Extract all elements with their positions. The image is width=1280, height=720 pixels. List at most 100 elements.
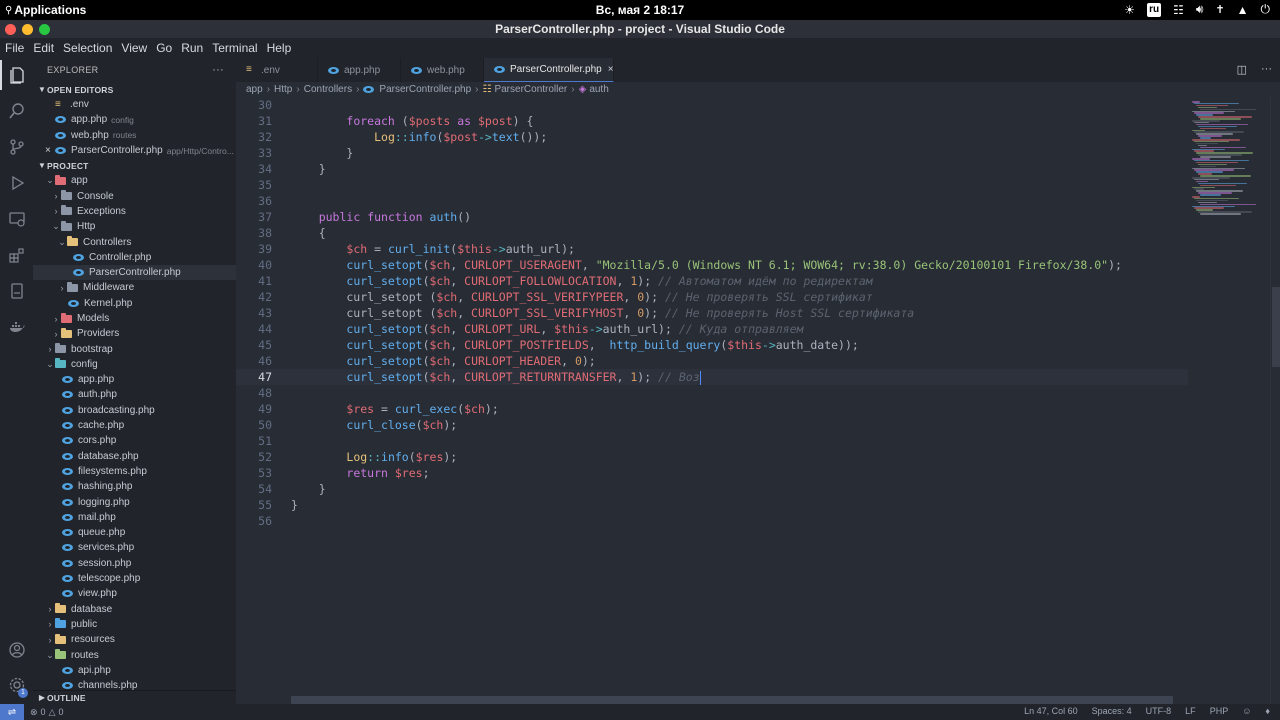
code-line[interactable]: 47 curl_setopt($ch, CURLOPT_RETURNTRANSF… xyxy=(236,369,1188,385)
code-line[interactable]: 34 } xyxy=(236,161,1188,177)
testing-icon[interactable] xyxy=(0,276,33,306)
files-icon[interactable] xyxy=(0,60,33,90)
applications-menu[interactable]: ⚲ Applications xyxy=(5,3,86,17)
tree-file[interactable]: telescope.php xyxy=(33,571,236,586)
tree-file-controller[interactable]: Controller.php xyxy=(33,250,236,265)
breadcrumb-item[interactable]: app xyxy=(246,84,263,95)
cursor-position[interactable]: Ln 47, Col 60 xyxy=(1024,706,1078,716)
menu-run[interactable]: Run xyxy=(181,41,203,55)
code-line[interactable]: 50 curl_close($ch); xyxy=(236,417,1188,433)
minimap[interactable] xyxy=(1188,97,1268,704)
tree-file[interactable]: cors.php xyxy=(33,433,236,448)
code-editor[interactable]: 30 31 foreach ($posts as $post) {32 Log::… xyxy=(236,97,1280,704)
code-line[interactable]: 33 } xyxy=(236,145,1188,161)
code-line[interactable]: 38 { xyxy=(236,225,1188,241)
account-icon[interactable] xyxy=(0,635,33,665)
extensions-icon[interactable] xyxy=(0,240,33,270)
power-icon[interactable]: ⏻ xyxy=(1261,2,1271,17)
notifications-bell-icon[interactable]: ♦ xyxy=(1265,706,1270,716)
breadcrumb-item[interactable]: Controllers xyxy=(304,84,352,95)
more-actions-icon[interactable]: ··· xyxy=(1261,63,1272,76)
code-line[interactable]: 31 foreach ($posts as $post) { xyxy=(236,113,1188,129)
tree-folder-routes[interactable]: ⌄ routes xyxy=(33,647,236,662)
eol-setting[interactable]: LF xyxy=(1185,706,1196,716)
code-line[interactable]: 46 curl_setopt($ch, CURLOPT_HEADER, 0); xyxy=(236,353,1188,369)
code-line[interactable]: 35 xyxy=(236,177,1188,193)
menu-go[interactable]: Go xyxy=(156,41,172,55)
encoding-setting[interactable]: UTF-8 xyxy=(1146,706,1172,716)
open-editor-item[interactable]: web.php routes xyxy=(33,128,236,143)
network-icon[interactable]: ☷ xyxy=(1173,3,1184,17)
code-line[interactable]: 44 curl_setopt($ch, CURLOPT_URL, $this->… xyxy=(236,321,1188,337)
bluetooth-icon[interactable]: ✝ xyxy=(1215,3,1224,16)
project-section[interactable]: ▼ PROJECT xyxy=(33,158,236,173)
tree-file-kernel[interactable]: Kernel.php xyxy=(33,296,236,311)
menu-help[interactable]: Help xyxy=(267,41,292,55)
more-actions-icon[interactable]: ··· xyxy=(212,64,224,76)
tree-file[interactable]: auth.php xyxy=(33,387,236,402)
code-line[interactable]: 45 curl_setopt($ch, CURLOPT_POSTFIELDS, … xyxy=(236,337,1188,353)
clock[interactable]: Вс, мая 2 18:17 xyxy=(596,3,684,17)
code-line[interactable]: 51 xyxy=(236,433,1188,449)
breadcrumb-item[interactable]: auth xyxy=(589,84,608,95)
remote-indicator-icon[interactable]: ⇌ xyxy=(0,704,24,720)
code-line[interactable]: 32 Log::info($post->text()); xyxy=(236,129,1188,145)
open-editor-item[interactable]: × ParserController.php app/Http/Contro..… xyxy=(33,143,236,158)
tree-file[interactable]: api.php xyxy=(33,663,236,678)
docker-icon[interactable] xyxy=(0,312,33,342)
tree-folder-database[interactable]: › database xyxy=(33,602,236,617)
tree-file[interactable]: cache.php xyxy=(33,418,236,433)
indentation-setting[interactable]: Spaces: 4 xyxy=(1092,706,1132,716)
tree-folder-controllers[interactable]: ⌄ Controllers xyxy=(33,234,236,249)
breadcrumb-item[interactable]: Http xyxy=(274,84,292,95)
brightness-icon[interactable]: ☀ xyxy=(1124,3,1135,17)
code-line[interactable]: 49 $res = curl_exec($ch); xyxy=(236,401,1188,417)
vertical-scrollbar[interactable] xyxy=(1270,97,1280,704)
code-line[interactable]: 48 xyxy=(236,385,1188,401)
tree-file[interactable]: mail.php xyxy=(33,510,236,525)
breadcrumb-item[interactable]: ParserController.php xyxy=(379,84,471,95)
tree-folder-resources[interactable]: › resources xyxy=(33,632,236,647)
menu-selection[interactable]: Selection xyxy=(63,41,112,55)
code-line[interactable]: 53 return $res; xyxy=(236,465,1188,481)
source-control-icon[interactable] xyxy=(0,132,33,162)
open-editor-item[interactable]: ≡ .env xyxy=(33,97,236,112)
settings-gear-icon[interactable]: 1 xyxy=(0,670,33,700)
tree-file[interactable]: view.php xyxy=(33,586,236,601)
open-editors-section[interactable]: ▼ OPEN EDITORS xyxy=(33,82,236,97)
split-editor-icon[interactable]: ◫ xyxy=(1237,63,1247,76)
tab-parsercontroller-php[interactable]: ParserController.php × xyxy=(484,58,614,82)
tree-file[interactable]: queue.php xyxy=(33,525,236,540)
horizontal-scrollbar[interactable] xyxy=(291,696,1173,704)
tree-file[interactable]: session.php xyxy=(33,556,236,571)
code-line[interactable]: 37 public function auth() xyxy=(236,209,1188,225)
scrollbar-thumb[interactable] xyxy=(1272,287,1280,367)
tab-web-php[interactable]: web.php xyxy=(401,58,484,82)
run-debug-icon[interactable] xyxy=(0,168,33,198)
code-line[interactable]: 41 curl_setopt($ch, CURLOPT_FOLLOWLOCATI… xyxy=(236,273,1188,289)
code-line[interactable]: 52 Log::info($res); xyxy=(236,449,1188,465)
feedback-icon[interactable]: ☺ xyxy=(1242,706,1251,716)
tab-env[interactable]: ≡ .env xyxy=(236,58,318,82)
problems-indicator[interactable]: ⊗ 0 △ 0 xyxy=(30,707,64,718)
tree-folder-models[interactable]: › Models xyxy=(33,311,236,326)
tree-folder-middleware[interactable]: › Middleware xyxy=(33,280,236,295)
menu-file[interactable]: File xyxy=(5,41,24,55)
code-line[interactable]: 30 xyxy=(236,97,1188,113)
menu-view[interactable]: View xyxy=(121,41,147,55)
tree-file[interactable]: hashing.php xyxy=(33,479,236,494)
code-line[interactable]: 36 xyxy=(236,193,1188,209)
tree-file[interactable]: logging.php xyxy=(33,494,236,509)
open-editor-item[interactable]: app.php config xyxy=(33,112,236,127)
search-icon[interactable] xyxy=(0,96,33,126)
outline-section[interactable]: ▶ OUTLINE xyxy=(33,690,236,704)
close-editor-icon[interactable]: × xyxy=(45,145,55,156)
tree-folder-config[interactable]: ⌄ config xyxy=(33,357,236,372)
tree-file[interactable]: broadcasting.php xyxy=(33,403,236,418)
code-line[interactable]: 39 $ch = curl_init($this->auth_url); xyxy=(236,241,1188,257)
code-line[interactable]: 55} xyxy=(236,497,1188,513)
remote-explorer-icon[interactable] xyxy=(0,204,33,234)
tree-folder-console[interactable]: › Console xyxy=(33,188,236,203)
volume-icon[interactable]: 🔊︎ xyxy=(1196,2,1204,17)
tree-file-parsercontroller[interactable]: ParserController.php xyxy=(33,264,236,281)
